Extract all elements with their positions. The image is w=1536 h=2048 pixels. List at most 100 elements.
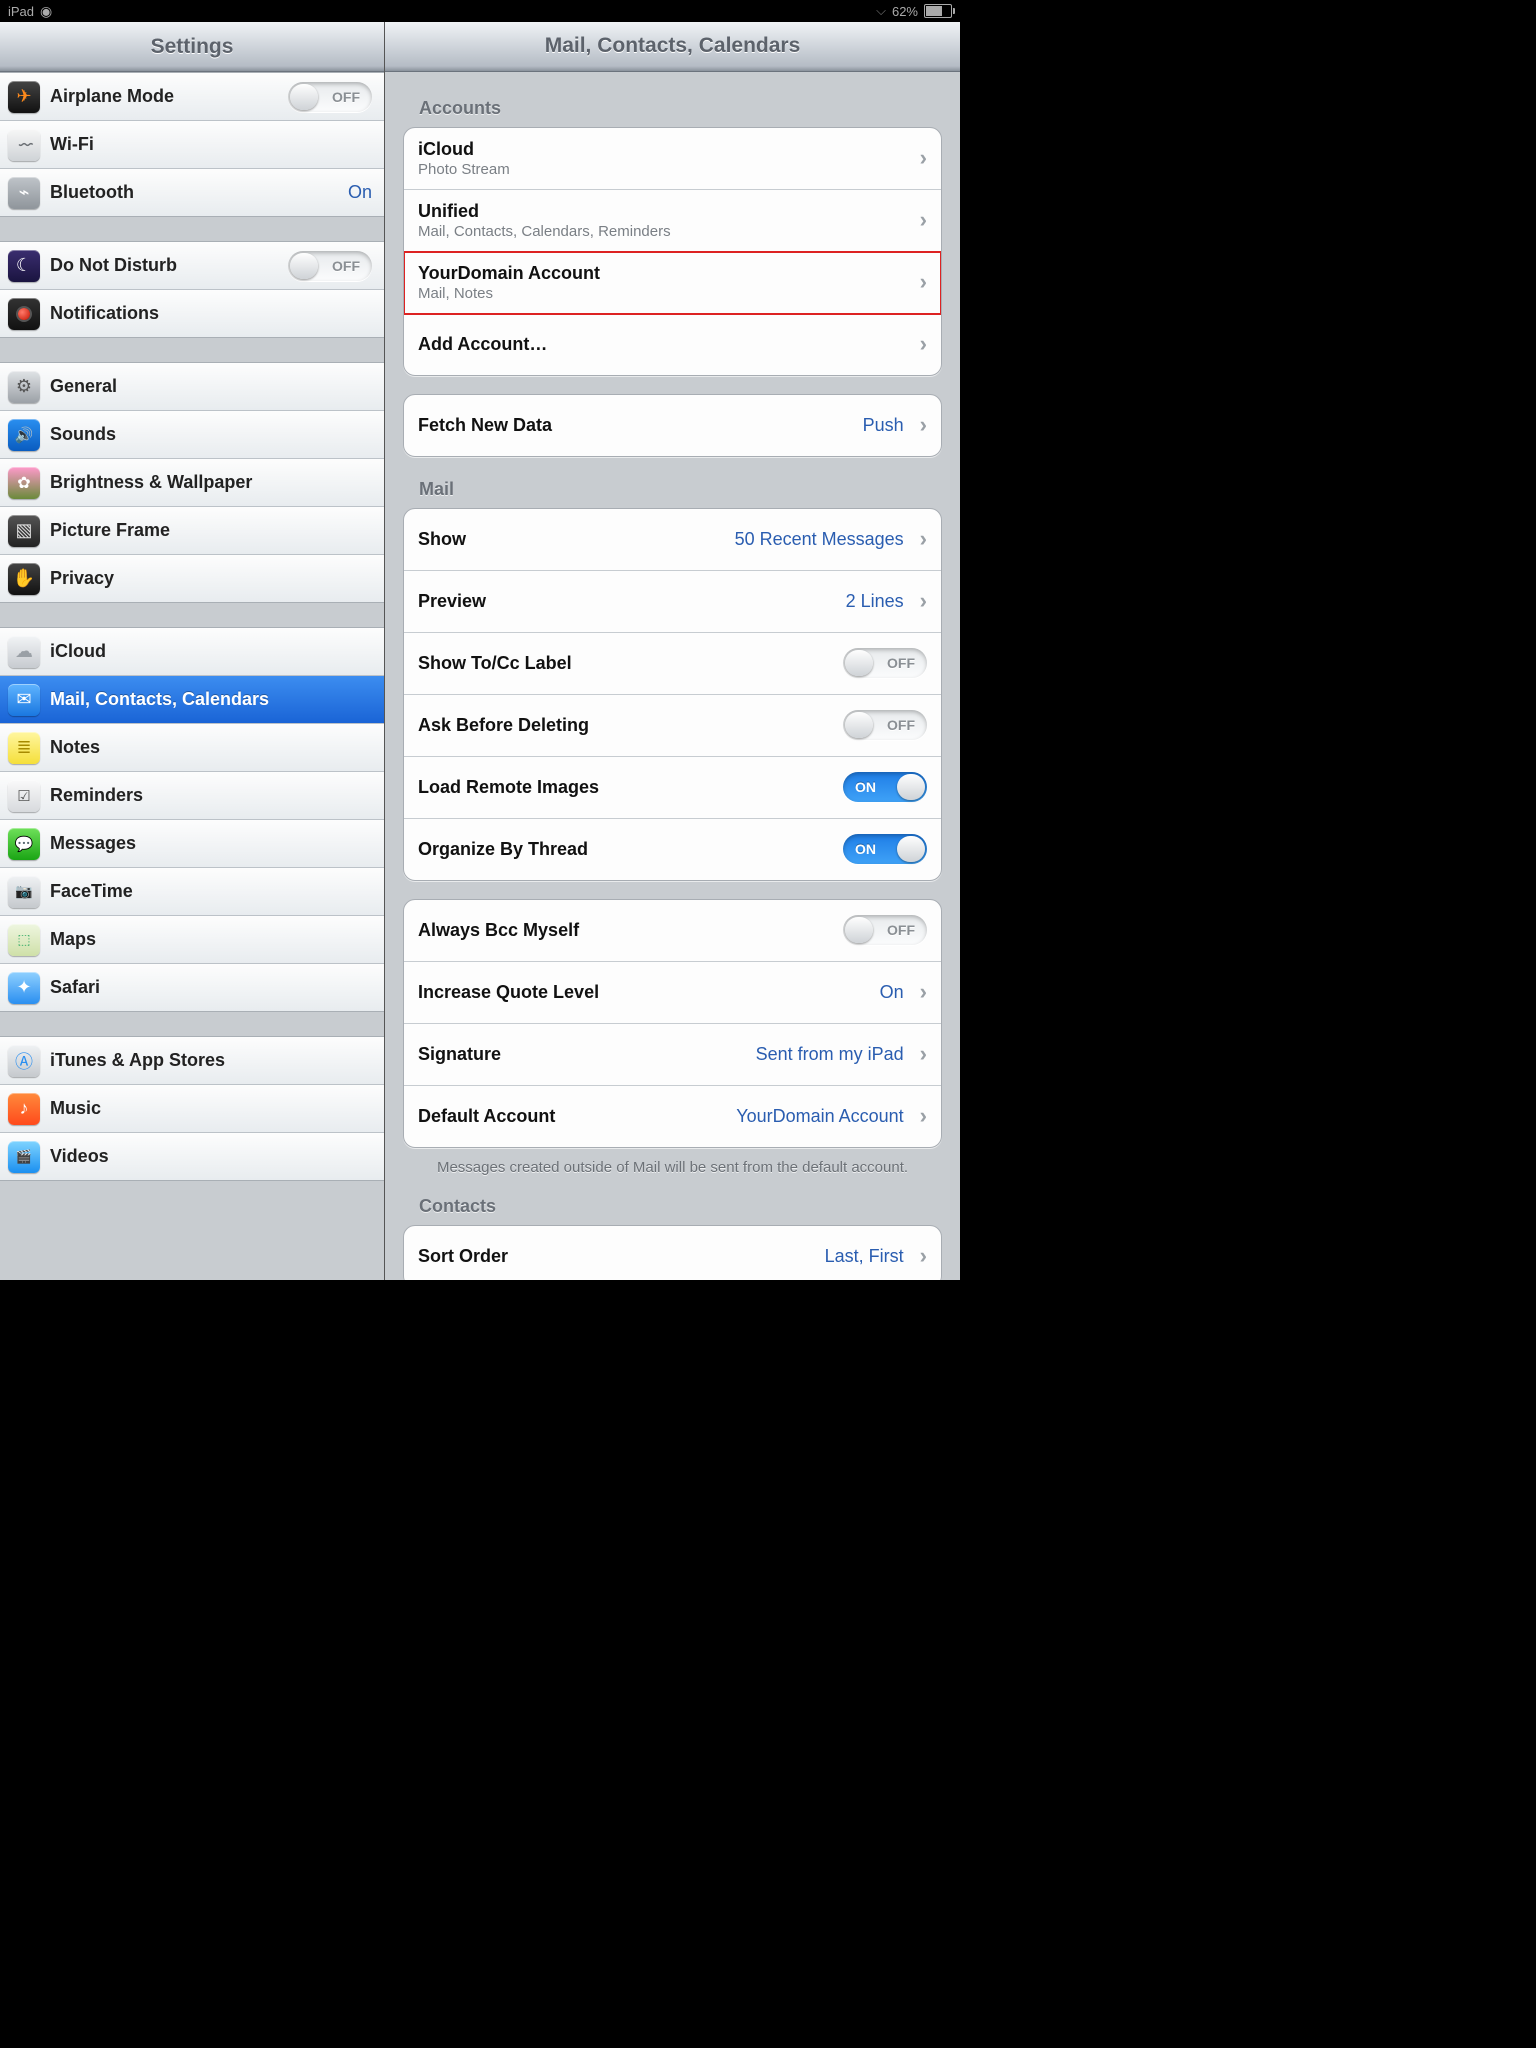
setting-label: Sort Order: [418, 1246, 508, 1267]
setting-value: YourDomain Account: [736, 1106, 903, 1127]
notes-icon: [8, 732, 40, 764]
videos-icon: [8, 1141, 40, 1173]
sidebar-header: Settings: [0, 22, 384, 72]
setting-row[interactable]: Increase Quote LevelOn›: [404, 962, 941, 1024]
sidebar-item-label: Wi-Fi: [50, 134, 372, 155]
sidebar-item-sounds[interactable]: Sounds: [0, 411, 384, 459]
mail-group-1: Show50 Recent Messages›Preview2 Lines›Sh…: [403, 508, 942, 881]
setting-row[interactable]: Always Bcc MyselfOFF: [404, 900, 941, 962]
fetch-new-data[interactable]: Fetch New Data Push ›: [404, 395, 941, 456]
toggle-switch[interactable]: OFF: [843, 710, 927, 740]
setting-value: 50 Recent Messages: [735, 529, 904, 550]
account-row[interactable]: iCloudPhoto Stream›: [404, 128, 941, 190]
maps-icon: [8, 924, 40, 956]
battery-icon: [924, 4, 952, 18]
toggle-switch[interactable]: ON: [843, 772, 927, 802]
sidebar-item-label: Airplane Mode: [50, 86, 278, 107]
setting-row[interactable]: Ask Before DeletingOFF: [404, 695, 941, 757]
setting-label: Show To/Cc Label: [418, 653, 572, 674]
setting-row[interactable]: Signature Sent from my iPad ›: [404, 1024, 941, 1086]
setting-row[interactable]: Preview2 Lines›: [404, 571, 941, 633]
device-label: iPad: [8, 4, 34, 19]
privacy-icon: [8, 563, 40, 595]
setting-label: Increase Quote Level: [418, 982, 599, 1003]
account-title: iCloud: [418, 139, 510, 160]
sidebar-item-reminders[interactable]: Reminders: [0, 772, 384, 820]
sidebar-item-do-not-disturb[interactable]: Do Not Disturb OFF: [0, 242, 384, 290]
sidebar-item-label: Privacy: [50, 568, 372, 589]
chevron-right-icon: ›: [920, 588, 927, 614]
account-row[interactable]: Add Account…›: [404, 314, 941, 375]
setting-row[interactable]: Show50 Recent Messages›: [404, 509, 941, 571]
toggle-switch[interactable]: OFF: [288, 251, 372, 281]
sidebar-item-maps[interactable]: Maps: [0, 916, 384, 964]
sidebar-item-airplane-mode[interactable]: Airplane Mode OFF: [0, 73, 384, 121]
sidebar-item-videos[interactable]: Videos: [0, 1133, 384, 1180]
setting-row[interactable]: Show To/Cc Label OFF: [404, 633, 941, 695]
sidebar-item-label: Do Not Disturb: [50, 255, 278, 276]
account-row[interactable]: YourDomain AccountMail, Notes›: [404, 252, 941, 314]
music-icon: [8, 1093, 40, 1125]
setting-row[interactable]: Sort Order Last, First ›: [404, 1226, 941, 1280]
sidebar-item-value: On: [348, 182, 372, 203]
sidebar-item-label: Reminders: [50, 785, 372, 806]
sidebar-item-label: Safari: [50, 977, 372, 998]
chevron-right-icon: ›: [920, 1243, 927, 1269]
sidebar-item-wifi[interactable]: Wi-Fi: [0, 121, 384, 169]
sidebar-item-label: iTunes & App Stores: [50, 1050, 372, 1071]
sidebar-item-privacy[interactable]: Privacy: [0, 555, 384, 602]
sidebar-item-bluetooth[interactable]: Bluetooth On: [0, 169, 384, 216]
setting-label: Signature: [418, 1044, 501, 1065]
chevron-right-icon: ›: [920, 207, 927, 233]
sidebar-item-label: Maps: [50, 929, 372, 950]
sidebar-item-label: Picture Frame: [50, 520, 372, 541]
sidebar-item-picture-frame[interactable]: Picture Frame: [0, 507, 384, 555]
chevron-right-icon: ›: [920, 1041, 927, 1067]
sidebar-item-label: Music: [50, 1098, 372, 1119]
icloud-icon: [8, 636, 40, 668]
setting-label: Default Account: [418, 1106, 555, 1127]
sidebar-item-label: General: [50, 376, 372, 397]
sidebar-item-notifications[interactable]: Notifications: [0, 290, 384, 337]
sidebar-item-itunes-app-stores[interactable]: iTunes & App Stores: [0, 1037, 384, 1085]
setting-row[interactable]: Organize By Thread ON: [404, 819, 941, 880]
itunes-app-stores-icon: [8, 1045, 40, 1077]
wifi-icon: [8, 129, 40, 161]
sidebar-item-label: Messages: [50, 833, 372, 854]
status-bar: iPad ◉ ⌵ 62%: [0, 0, 960, 22]
setting-value: Last, First: [825, 1246, 904, 1267]
fetch-label: Fetch New Data: [418, 415, 552, 436]
sidebar-item-notes[interactable]: Notes: [0, 724, 384, 772]
setting-label: Load Remote Images: [418, 777, 599, 798]
setting-row[interactable]: Default AccountYourDomain Account›: [404, 1086, 941, 1147]
sidebar-item-mail-contacts-calendars[interactable]: Mail, Contacts, Calendars: [0, 676, 384, 724]
detail-pane: Mail, Contacts, Calendars Accounts iClou…: [385, 22, 960, 1280]
setting-label: Organize By Thread: [418, 839, 588, 860]
sidebar-item-label: Bluetooth: [50, 182, 338, 203]
toggle-switch[interactable]: OFF: [288, 82, 372, 112]
setting-value: 2 Lines: [846, 591, 904, 612]
sidebar-item-music[interactable]: Music: [0, 1085, 384, 1133]
sidebar-item-general[interactable]: General: [0, 363, 384, 411]
sidebar-item-facetime[interactable]: FaceTime: [0, 868, 384, 916]
chevron-right-icon: ›: [920, 269, 927, 295]
chevron-right-icon: ›: [920, 331, 927, 357]
toggle-switch[interactable]: OFF: [843, 915, 927, 945]
mail-header: Mail: [419, 479, 942, 500]
setting-value: On: [880, 982, 904, 1003]
accounts-group: iCloudPhoto Stream›UnifiedMail, Contacts…: [403, 127, 942, 376]
toggle-switch[interactable]: ON: [843, 834, 927, 864]
sidebar-item-label: iCloud: [50, 641, 372, 662]
setting-value: Sent from my iPad: [756, 1044, 904, 1065]
toggle-switch[interactable]: OFF: [843, 648, 927, 678]
sidebar-item-icloud[interactable]: iCloud: [0, 628, 384, 676]
notifications-icon: [8, 298, 40, 330]
battery-percent: 62%: [892, 4, 918, 19]
account-row[interactable]: UnifiedMail, Contacts, Calendars, Remind…: [404, 190, 941, 252]
sidebar-item-brightness-wallpaper[interactable]: Brightness & Wallpaper: [0, 459, 384, 507]
setting-row[interactable]: Load Remote Images ON: [404, 757, 941, 819]
fetch-value: Push: [863, 415, 904, 436]
sidebar-item-messages[interactable]: Messages: [0, 820, 384, 868]
sidebar-item-safari[interactable]: Safari: [0, 964, 384, 1011]
account-subtitle: Photo Stream: [418, 161, 510, 178]
